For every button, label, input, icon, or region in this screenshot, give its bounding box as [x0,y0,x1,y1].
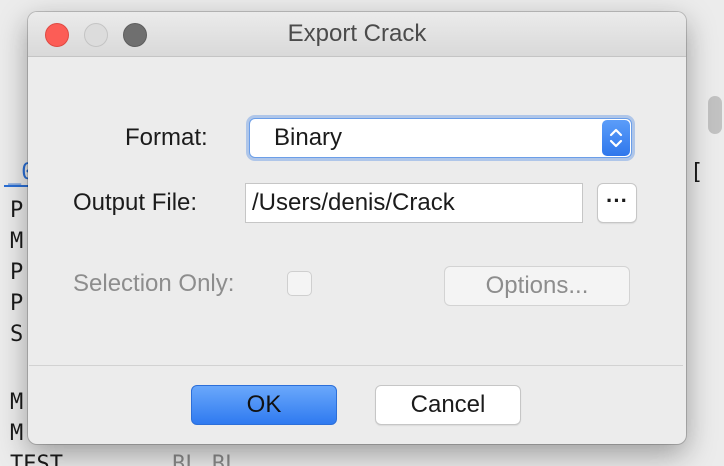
background-scrollbar-thumb[interactable] [708,96,722,134]
cancel-button[interactable]: Cancel [375,385,521,425]
browse-button[interactable]: ··· [597,183,637,223]
background-underline [4,185,30,187]
background-line: P [10,198,24,223]
options-button[interactable]: Options... [444,266,630,306]
background-line: M [10,390,24,415]
output-file-path: /Users/denis/Crack [252,189,455,216]
selection-only-checkbox[interactable] [287,271,312,296]
updown-chevron-icon [602,120,630,156]
output-file-label: Output File: [73,189,198,216]
background-line: M [10,229,24,254]
background-line: BL BL [172,452,239,466]
output-file-field[interactable]: /Users/denis/Crack [245,183,583,223]
format-label: Format: [125,124,208,151]
selection-only-label: Selection Only: [73,270,235,297]
background-line: P [10,260,24,285]
background-line: S [10,322,24,347]
title-bar[interactable]: Export Crack [28,12,686,57]
dialog-title: Export Crack [287,20,427,47]
background-line: M [10,421,24,446]
background-line: [ [690,160,704,185]
format-select-value: Binary [274,124,343,151]
ellipsis-icon: ··· [606,188,628,213]
ok-button[interactable]: OK [191,385,337,425]
background-line: P [10,291,24,316]
export-crack-dialog: Export Crack Format: Binary Output File:… [28,12,686,444]
background-line: TEST [10,452,63,466]
format-select[interactable]: Binary [249,118,632,158]
ok-button-label: OK [246,391,282,418]
export-settings-panel: Format: Binary Output File: /Users/denis… [29,57,683,366]
